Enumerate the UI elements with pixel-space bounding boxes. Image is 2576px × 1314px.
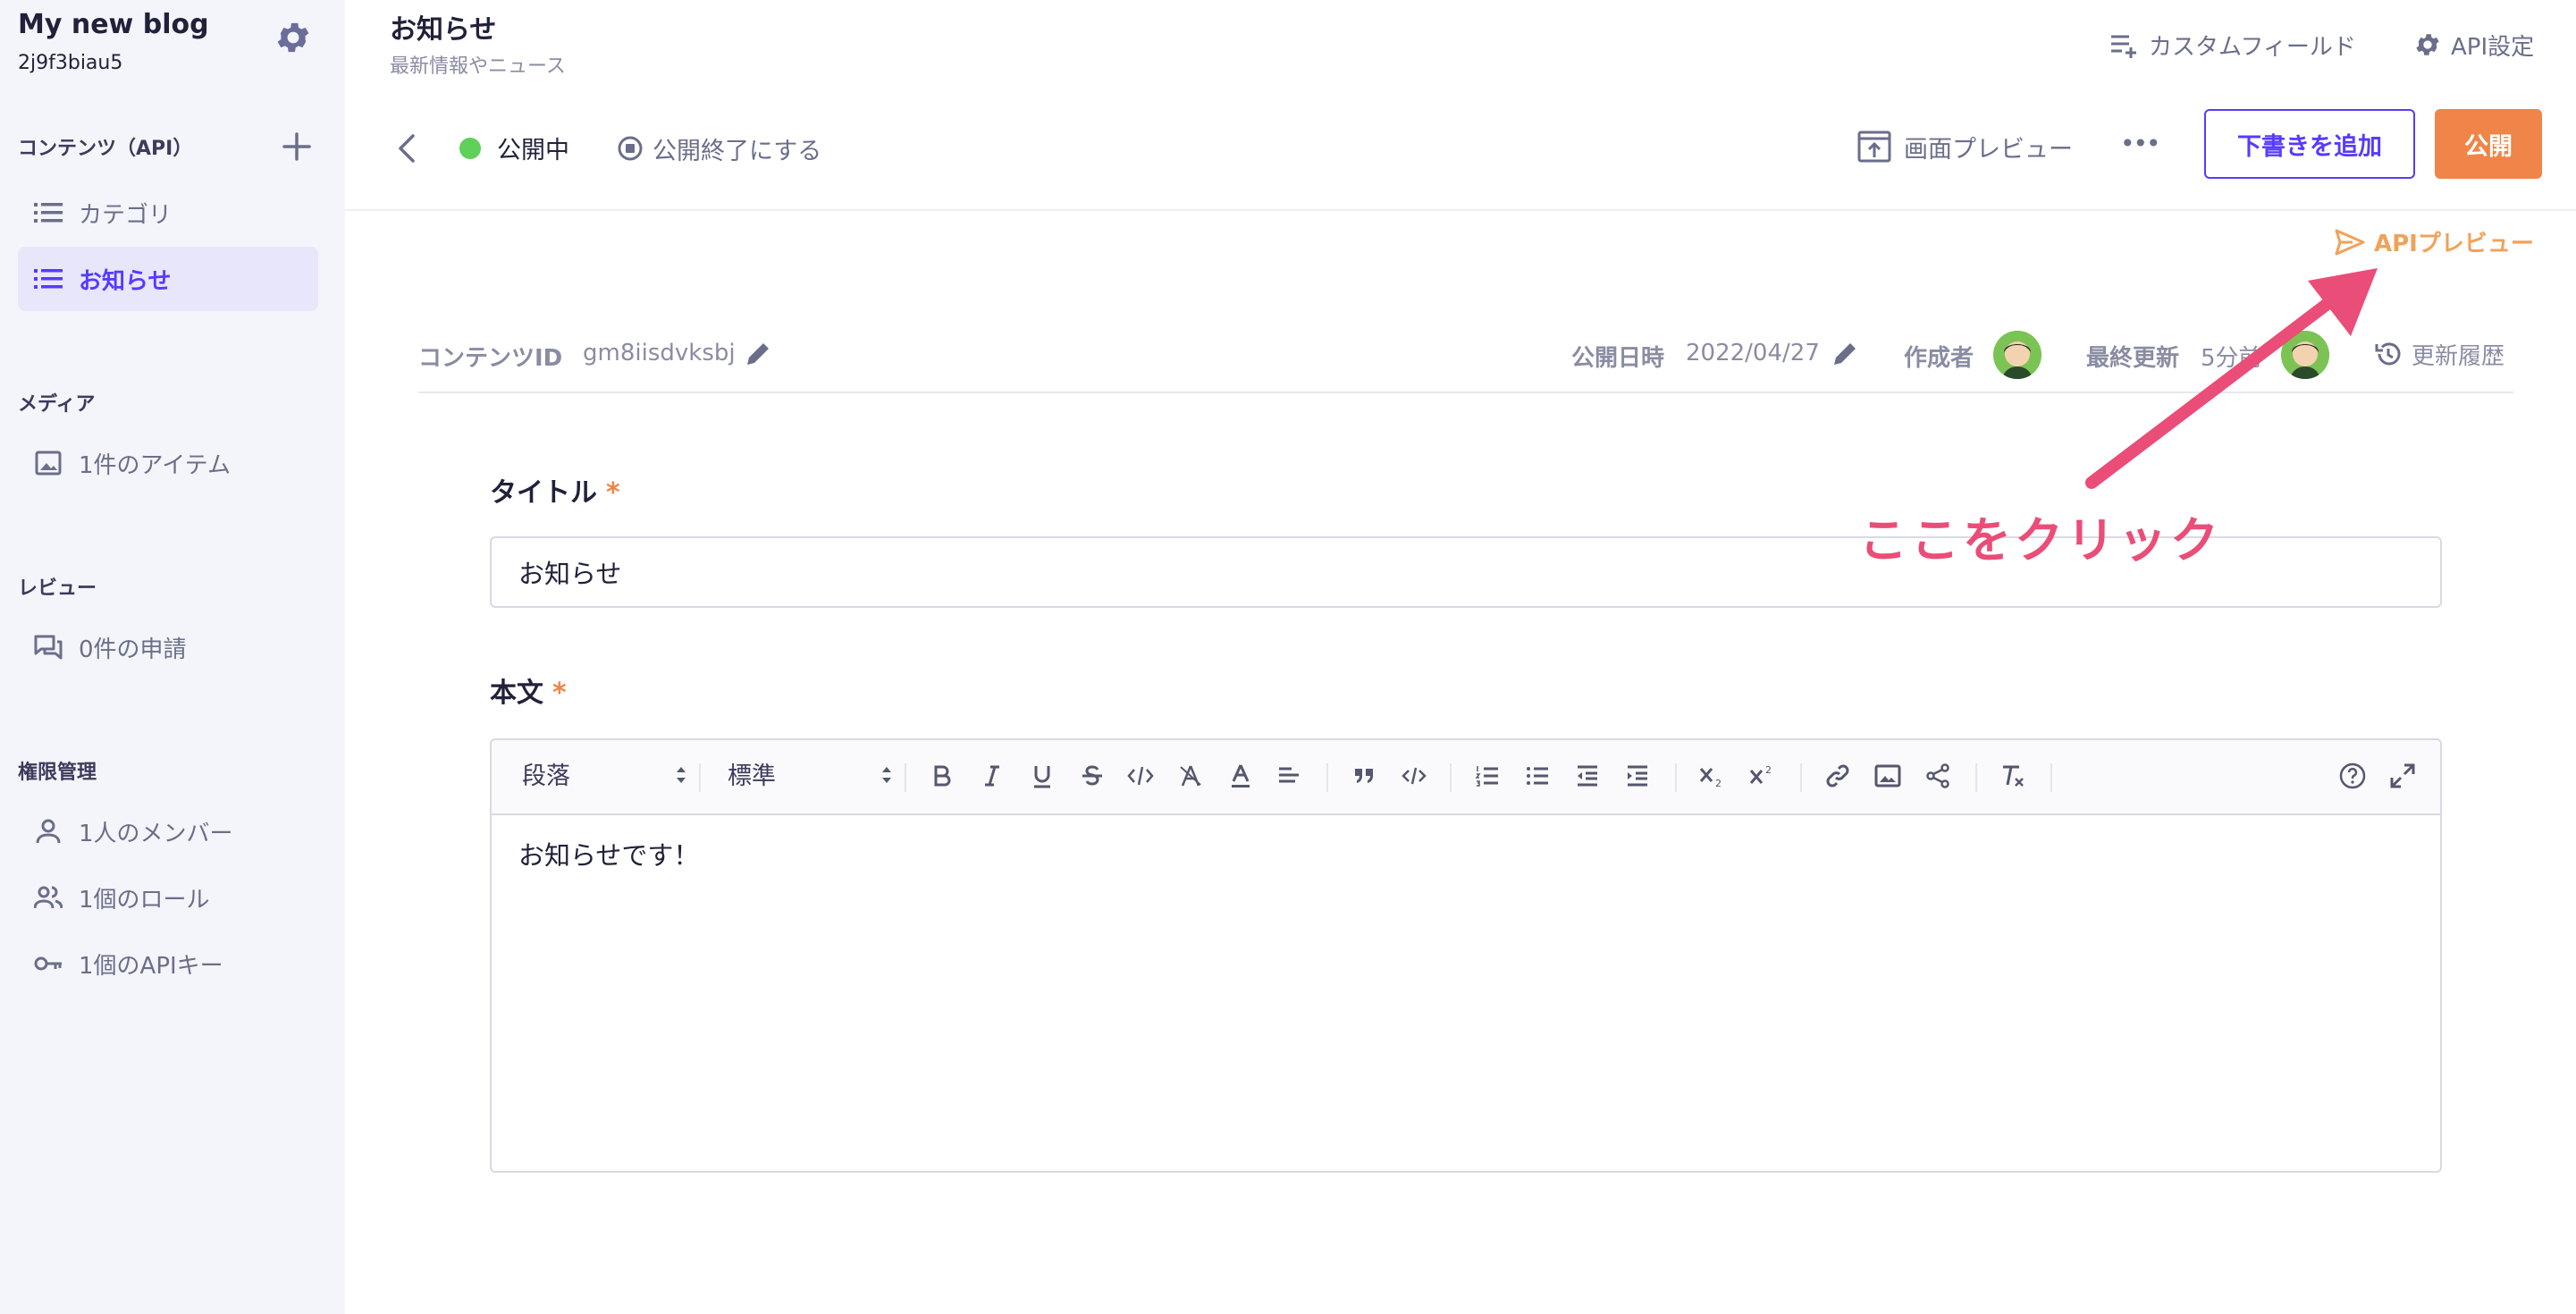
unpublish-button[interactable]: 公開終了にする [617,131,821,166]
more-options-icon[interactable]: ••• [2120,129,2161,158]
link-icon[interactable] [1820,758,1856,794]
text-color-icon[interactable] [1223,758,1259,794]
content-id-label: コンテンツID [418,345,563,372]
back-chevron-icon[interactable] [393,131,420,166]
service-settings-gear-icon[interactable] [274,18,313,57]
editor-toolbar: 段落 標準 2 2 [492,740,2440,815]
sidebar-item-news[interactable]: お知らせ [18,247,318,311]
content-id-value: gm8iisdvksbj [583,340,736,366]
author-label: 作成者 [1904,345,1974,372]
app-name[interactable]: My new blog [18,9,209,40]
preview-window-icon [1857,131,1891,163]
italic-icon[interactable] [974,758,1010,794]
sidebar-item-label: 1個のロール [79,887,210,914]
align-icon[interactable] [1271,758,1307,794]
underline-icon[interactable] [1024,758,1060,794]
screen-preview-button[interactable]: 画面プレビュー [1857,127,2073,166]
person-icon [36,819,61,844]
list-icon [34,269,63,289]
service-id: 2j9f3biau5 [18,52,123,74]
api-settings-label: API設定 [2451,33,2535,61]
image-icon [35,451,62,476]
code-block-icon[interactable] [1396,758,1432,794]
published-at-label: 公開日時 [1571,345,1665,372]
section-permissions-label: 権限管理 [18,762,97,784]
clear-format-icon[interactable] [1995,758,2031,794]
help-icon[interactable] [2335,758,2370,794]
font-size-select[interactable]: 標準 [728,756,894,796]
clear-highlight-icon[interactable] [1173,758,1208,794]
header-divider [345,209,2576,211]
sidebar-item-label: お知らせ [79,268,172,295]
fullscreen-expand-icon[interactable] [2385,758,2420,794]
status-dot [459,138,481,159]
list-icon [34,203,63,223]
sidebar-item-api-keys[interactable]: 1個のAPIキー [18,931,318,996]
key-icon [34,956,62,971]
sidebar: My new blog 2j9f3biau5 コンテンツ（API） カテゴリ お… [0,0,345,1314]
blockquote-icon[interactable] [1346,758,1382,794]
sidebar-item-roles[interactable]: 1個のロール [18,865,318,930]
paragraph-style-select[interactable]: 段落 [522,756,688,796]
bullet-list-icon[interactable] [1520,758,1555,794]
sidebar-item-label: カテゴリ [79,202,173,229]
required-mark: * [606,477,620,509]
indent-icon[interactable] [1620,758,1655,794]
edit-id-pencil-icon[interactable] [744,340,772,368]
unpublish-label: 公開終了にする [652,137,822,165]
people-icon [34,886,63,909]
page-title: お知らせ [390,14,497,46]
chat-icon [34,635,63,660]
section-contents-label: コンテンツ（API） [18,138,193,160]
gear-icon [2416,34,2439,55]
section-review-label: レビュー [18,577,97,600]
add-draft-button[interactable]: 下書きを追加 [2204,109,2415,179]
bold-icon[interactable] [924,758,960,794]
sidebar-item-label: 1件のアイテム [79,452,231,479]
published-at-value: 2022/04/27 [1686,340,1820,366]
custom-field-label: カスタムフィールド [2149,33,2356,61]
status-badge: 公開中 [497,137,569,164]
sidebar-item-label: 1人のメンバー [79,821,233,847]
page-subtitle: 最新情報やニュース [390,55,566,78]
svg-text:2: 2 [1715,778,1722,788]
select-arrows-icon [677,767,686,783]
title-field-label: タイトル * [490,477,620,509]
ordered-list-icon[interactable] [1469,758,1505,794]
strikethrough-icon[interactable] [1074,758,1110,794]
author-avatar[interactable] [1993,331,2041,379]
custom-field-link[interactable]: カスタムフィールド [2109,27,2356,63]
playlist-add-icon [2111,35,2136,58]
subscript-icon[interactable]: 2 [1695,758,1730,794]
image-icon[interactable] [1870,758,1906,794]
superscript-icon[interactable]: 2 [1745,758,1780,794]
sidebar-item-media[interactable]: 1件のアイテム [18,431,318,495]
sidebar-item-label: 1個のAPIキー [79,953,223,980]
section-media-label: メディア [18,393,96,416]
add-api-plus-icon[interactable] [277,127,316,166]
publish-button[interactable]: 公開 [2435,109,2542,179]
share-embed-icon[interactable] [1920,758,1956,794]
stop-circle-icon [618,136,643,161]
api-settings-link[interactable]: API設定 [2413,27,2534,63]
outdent-icon[interactable] [1570,758,1605,794]
body-field-label: 本文 * [490,678,567,709]
sidebar-item-review[interactable]: 0件の申請 [18,615,318,679]
required-mark: * [552,678,567,709]
sidebar-item-label: 0件の申請 [79,636,187,663]
svg-text:2: 2 [1765,764,1772,776]
editor-content[interactable]: お知らせです！ [518,835,699,872]
select-arrows-icon [882,767,891,783]
sidebar-item-category[interactable]: カテゴリ [18,181,318,245]
edit-date-pencil-icon[interactable] [1831,340,1859,368]
annotation-click-here: ここをクリック [1859,512,2222,569]
sidebar-item-members[interactable]: 1人のメンバー [18,799,318,863]
rich-text-editor[interactable]: 段落 標準 2 2 お知らせです！ [490,738,2442,1173]
history-label: 更新履歴 [2412,342,2505,370]
inline-code-icon[interactable] [1123,758,1158,794]
screen-preview-label: 画面プレビュー [1904,135,2073,164]
annotation-arrow [2085,268,2378,489]
